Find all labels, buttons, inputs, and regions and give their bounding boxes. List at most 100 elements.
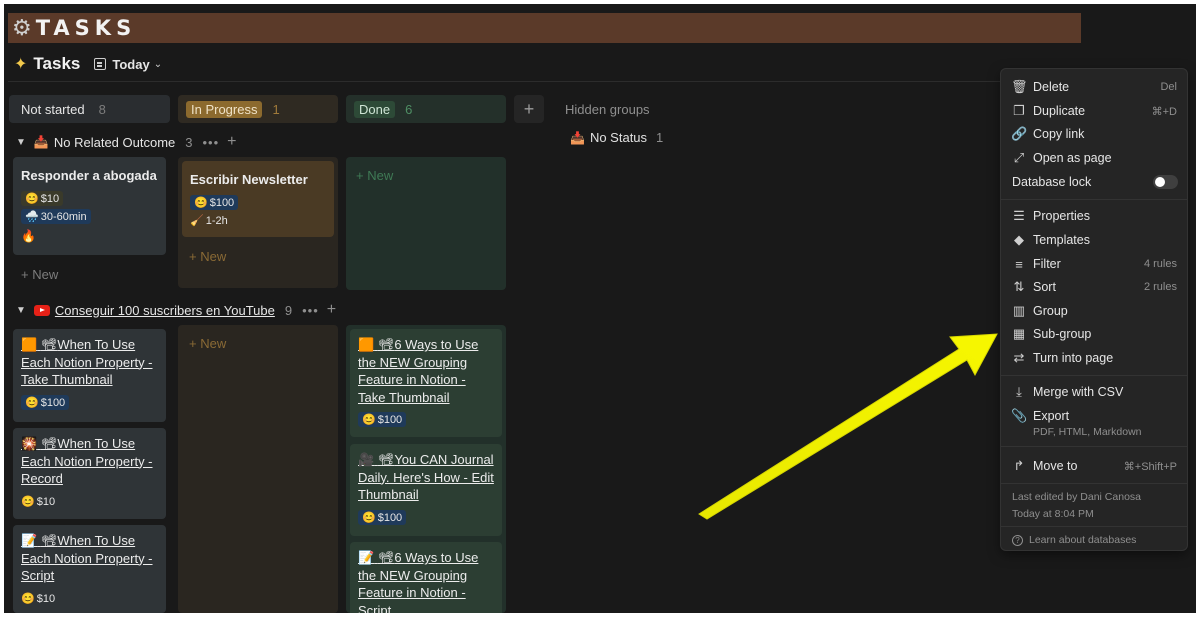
list-icon: ☰ — [1013, 208, 1025, 223]
card-icon: 🎥 — [358, 452, 375, 467]
column-cell — [178, 325, 338, 613]
card-icon: 🟧 — [358, 337, 375, 352]
triangle-down-icon[interactable]: ▼ — [16, 137, 26, 148]
column-label: Not started — [21, 101, 85, 117]
video-icon: 📽 — [377, 452, 395, 467]
card-responder-a-abogada[interactable]: Responder a abogada 😊 $10 🌧️ 30-60min 🔥 — [13, 157, 166, 255]
database-lock-toggle[interactable] — [1153, 175, 1178, 189]
video-icon: 📽 — [40, 436, 58, 451]
hidden-group-label: No Status — [589, 130, 648, 145]
card-title: 🎇 📽When To Use Each Notion Property - Re… — [21, 436, 153, 486]
export-icon: 📎 — [1011, 408, 1028, 423]
more-icon[interactable]: ••• — [302, 303, 319, 318]
card-list-item[interactable]: 🟧 📽When To Use Each Notion Property - Ta… — [13, 329, 166, 422]
database-title[interactable]: Tasks — [33, 54, 80, 74]
tag-value: 😊 $10 — [21, 592, 56, 605]
tag-value: 😊 $10 — [21, 495, 56, 508]
subgroup-name[interactable]: Conseguir 100 suscribers en YouTube — [55, 303, 275, 318]
divider — [8, 81, 1008, 82]
card-escribir-newsletter[interactable]: Escribir Newsletter 😊 $100 🧹 1-2h — [182, 161, 334, 237]
card-title: 📝 📽6 Ways to Use the NEW Grouping Featur… — [358, 550, 479, 613]
menu-item-turn-into-page[interactable]: ⇄ Turn into page — [1011, 347, 1177, 369]
triangle-down-icon[interactable]: ▼ — [16, 305, 26, 316]
column-header-in-progress[interactable]: In Progress 1 — [178, 95, 338, 123]
new-card-button[interactable]: + New — [189, 336, 226, 351]
menu-item-copy-link[interactable]: 🔗 Copy link — [1011, 123, 1177, 145]
help-icon: ? — [1012, 534, 1023, 546]
video-icon: 📽 — [377, 337, 395, 352]
filter-icon: ≡ — [1015, 256, 1023, 272]
new-card-button[interactable]: + New — [21, 267, 58, 282]
menu-divider — [1001, 375, 1187, 376]
menu-item-templates[interactable]: ◆ Templates — [1011, 229, 1177, 251]
card-title: 📝 📽When To Use Each Notion Property - Sc… — [21, 533, 153, 583]
column-label: In Progress — [186, 100, 263, 118]
subgroup-header-no-related-outcome[interactable]: ▼ 📥 No Related Outcome 3 ••• + — [16, 133, 237, 151]
card-icon: 🟧 — [21, 337, 38, 352]
tag-value: 😊 $100 — [21, 394, 70, 410]
add-icon[interactable]: + — [227, 133, 236, 151]
link-icon: 🔗 — [1011, 126, 1028, 141]
trash-icon: 🗑 — [1011, 79, 1028, 94]
menu-item-open-as-page[interactable]: ⤢ Open as page — [1011, 147, 1177, 169]
learn-about-databases-link[interactable]: ? Learn about databases — [1012, 534, 1136, 546]
chevron-down-icon[interactable]: ⌄ — [154, 59, 162, 70]
new-card-button[interactable]: + New — [189, 249, 226, 264]
sort-icon: ⇅ — [1013, 279, 1025, 294]
column-label: Done — [354, 100, 396, 118]
column-count: 8 — [98, 101, 106, 117]
tag-duration: 🧹 1-2h — [190, 215, 228, 227]
turn-into-icon: ⇄ — [1013, 350, 1025, 365]
tag-value: 😊 $10 — [21, 191, 64, 206]
fire-icon: 🔥 — [21, 229, 36, 243]
add-icon[interactable]: + — [327, 301, 336, 319]
card-list-item[interactable]: 🟧 📽6 Ways to Use the NEW Grouping Featur… — [350, 329, 502, 437]
duplicate-icon: ❐ — [1013, 103, 1025, 118]
menu-item-group[interactable]: ▥ Group — [1011, 300, 1177, 322]
menu-item-export[interactable]: 📎 Export — [1011, 405, 1177, 427]
gear-icon: ⚙ — [12, 15, 32, 40]
column-header-done[interactable]: Done 6 — [346, 95, 506, 123]
subgroup-count: 9 — [284, 302, 293, 318]
subgroup-header-youtube[interactable]: ▼ Conseguir 100 suscribers en YouTube 9 … — [16, 301, 336, 319]
video-icon: 📽 — [40, 337, 58, 352]
page-banner: ⚙ TASKS — [8, 13, 1081, 43]
menu-item-properties[interactable]: ☰ Properties — [1011, 205, 1177, 227]
database-header: ✦ Tasks Today ⌄ — [14, 52, 162, 76]
hidden-group-no-status[interactable]: 📥 No Status 1 — [570, 130, 663, 145]
more-icon[interactable]: ••• — [203, 135, 220, 150]
card-title: 🟧 📽6 Ways to Use the NEW Grouping Featur… — [358, 337, 479, 405]
menu-item-delete[interactable]: 🗑 Delete Del — [1011, 76, 1177, 98]
menu-divider — [1001, 199, 1187, 200]
menu-item-merge-with-csv[interactable]: ⤓ Merge with CSV — [1011, 381, 1177, 403]
new-card-button[interactable]: + New — [356, 168, 393, 183]
menu-item-sort[interactable]: ⇅ Sort 2 rules — [1011, 276, 1177, 298]
menu-item-duplicate[interactable]: ❐ Duplicate ⌘+D — [1011, 100, 1177, 122]
inbox-icon: 📥 — [570, 130, 585, 145]
sparkle-icon: ✦ — [14, 56, 28, 73]
card-list-item[interactable]: 🎇 📽When To Use Each Notion Property - Re… — [13, 428, 166, 519]
menu-item-database-lock[interactable]: Database lock — [1012, 171, 1178, 193]
card-title: Responder a abogada — [21, 168, 157, 183]
add-group-button[interactable]: + — [514, 95, 544, 123]
menu-divider — [1001, 526, 1187, 527]
subgroup-icon: ▦ — [1012, 326, 1026, 341]
card-title: 🎥 📽You CAN Journal Daily. Here's How - E… — [358, 452, 494, 502]
subgroup-name: No Related Outcome — [53, 134, 176, 150]
card-title: 🟧 📽When To Use Each Notion Property - Ta… — [21, 337, 153, 387]
menu-item-sub-group[interactable]: ▦ Sub-group — [1011, 323, 1177, 345]
card-icon: 📝 — [358, 550, 375, 565]
merge-icon: ⤓ — [1016, 384, 1022, 399]
tag-value: 😊 $100 — [358, 412, 407, 427]
move-icon: ↱ — [1013, 458, 1025, 473]
card-list-item[interactable]: 📝 📽6 Ways to Use the NEW Grouping Featur… — [350, 542, 502, 613]
card-list-item[interactable]: 📝 📽When To Use Each Notion Property - Sc… — [13, 525, 166, 613]
last-edited-time: Today at 8:04 PM — [1012, 508, 1094, 520]
group-icon: ▥ — [1012, 303, 1026, 318]
column-header-not-started[interactable]: Not started 8 — [9, 95, 170, 123]
card-list-item[interactable]: 🎥 📽You CAN Journal Daily. Here's How - E… — [350, 444, 502, 536]
menu-item-move-to[interactable]: ↱ Move to ⌘+Shift+P — [1011, 455, 1177, 477]
menu-item-filter[interactable]: ≡ Filter 4 rules — [1011, 253, 1177, 275]
view-selector[interactable]: Today — [112, 57, 149, 72]
menu-divider — [1001, 446, 1187, 447]
